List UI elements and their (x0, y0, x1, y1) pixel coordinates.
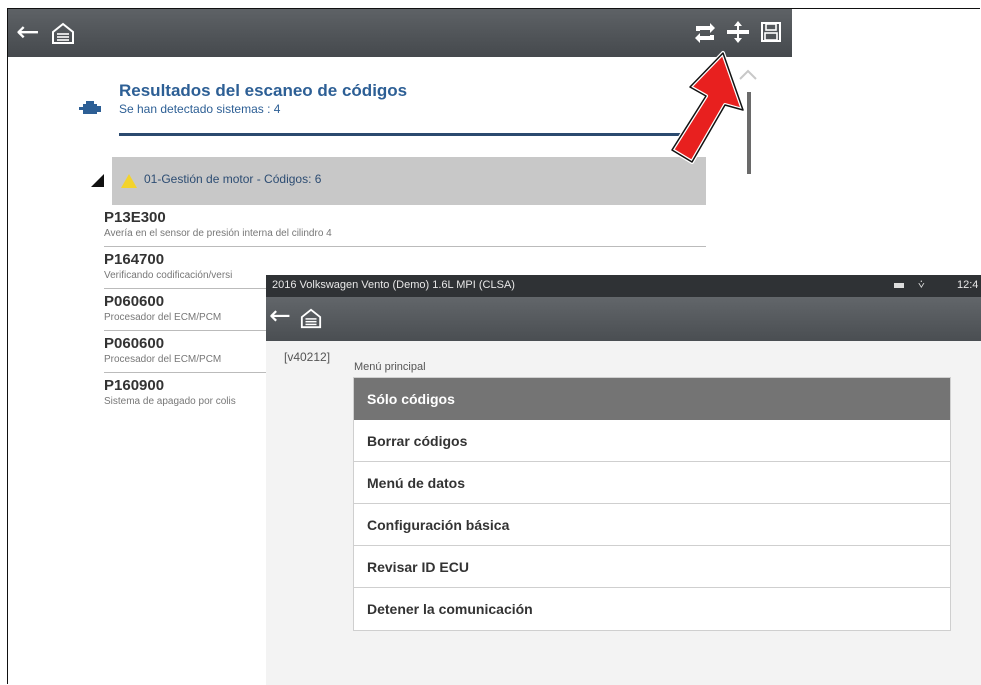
menu-toolbar: ← (266, 297, 981, 341)
engine-icon (79, 101, 101, 114)
menu-item-data-menu[interactable]: Menú de datos (354, 462, 950, 504)
code-description: Avería en el sensor de presión interna d… (104, 228, 332, 239)
menu-item-stop-communication[interactable]: Detener la comunicación (354, 588, 950, 630)
main-menu-list: Sólo códigos Borrar códigos Menú de dato… (353, 377, 951, 631)
menu-item-codes-only[interactable]: Sólo códigos (354, 378, 950, 420)
save-icon[interactable] (760, 21, 782, 43)
home-icon[interactable] (300, 307, 322, 329)
menu-title: Menú principal (354, 361, 426, 373)
scan-results-title: Resultados del escaneo de códigos (119, 81, 408, 100)
home-icon[interactable] (51, 21, 75, 45)
wifi-icon: ⩒ (918, 278, 925, 291)
battery-icon (894, 283, 904, 288)
back-arrow-icon[interactable]: ← (16, 18, 39, 46)
system-row-engine[interactable]: 01-Gestión de motor - Códigos: 6 (112, 157, 706, 205)
code-id: P164700 (104, 251, 165, 268)
status-bar: 2016 Volkswagen Vento (Demo) 1.6L MPI (C… (266, 275, 981, 297)
expand-icon[interactable] (724, 18, 752, 46)
software-version: [v40212] (284, 350, 331, 364)
main-menu-screen: 2016 Volkswagen Vento (Demo) 1.6L MPI (C… (266, 275, 981, 685)
system-label: 01-Gestión de motor - Códigos: 6 (144, 172, 322, 186)
code-id: P13E300 (104, 209, 166, 226)
clock: 12:4 (957, 279, 979, 291)
menu-item-basic-setup[interactable]: Configuración básica (354, 504, 950, 546)
collapse-triangle-icon[interactable] (91, 174, 104, 187)
warning-icon (121, 174, 137, 188)
menu-item-check-ecu-id[interactable]: Revisar ID ECU (354, 546, 950, 588)
callout-arrow-icon (670, 51, 745, 164)
code-row[interactable]: P13E300 Avería en el sensor de presión i… (104, 205, 706, 247)
systems-detected-count: Se han detectado sistemas : 4 (119, 102, 281, 116)
vehicle-title: 2016 Volkswagen Vento (Demo) 1.6L MPI (C… (272, 279, 515, 291)
refresh-icon[interactable] (693, 22, 717, 44)
scan-results-header: Resultados del escaneo de códigos Se han… (119, 81, 699, 136)
back-arrow-icon[interactable]: ← (269, 303, 291, 329)
menu-item-clear-codes[interactable]: Borrar códigos (354, 420, 950, 462)
scrollbar-thumb[interactable] (747, 92, 751, 174)
